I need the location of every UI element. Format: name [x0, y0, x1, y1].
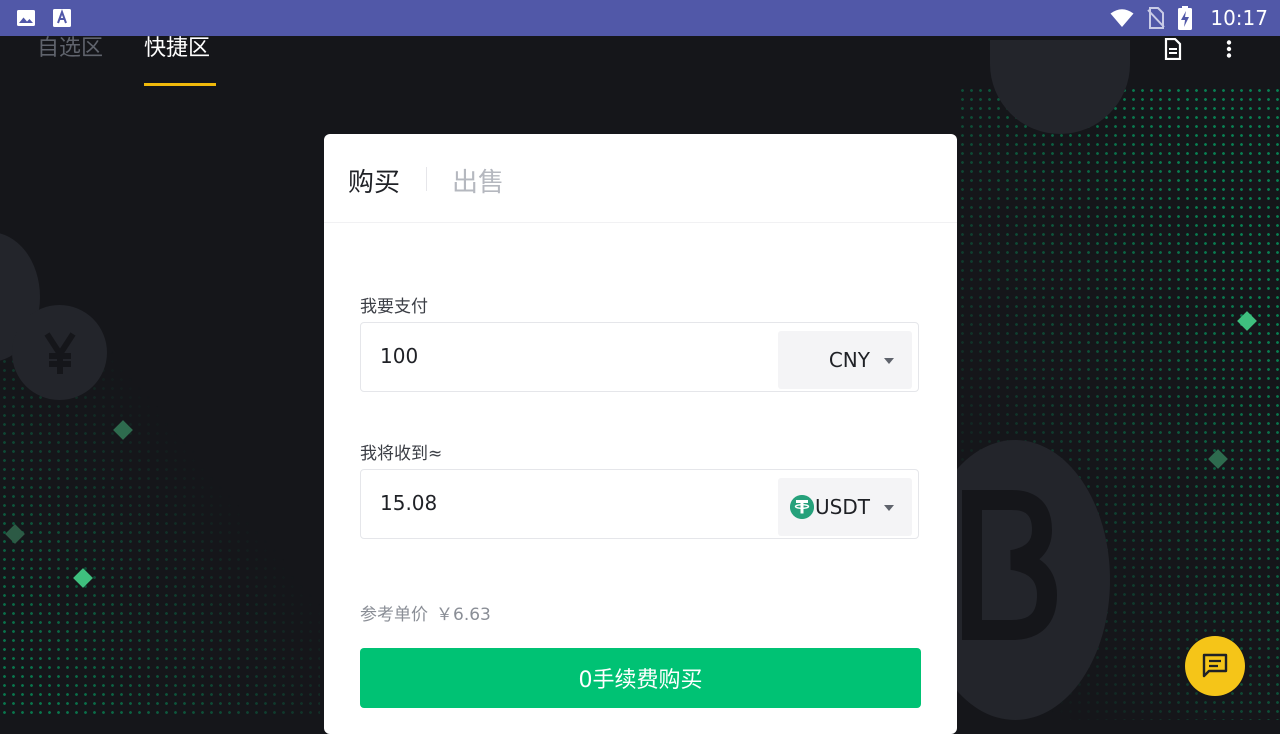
pay-amount-value[interactable]: 100 [380, 344, 418, 368]
reference-price-label: 参考单价 [360, 605, 428, 625]
receive-amount-value[interactable]: 15.08 [380, 491, 437, 515]
dropdown-arrow-icon [884, 505, 894, 511]
buy-button[interactable]: 0手续费购买 [360, 648, 921, 708]
yen-coin-decoration [12, 305, 107, 400]
chat-icon [1202, 653, 1228, 678]
wifi-icon [1110, 9, 1134, 27]
chat-button[interactable] [1185, 636, 1245, 696]
yen-icon [43, 331, 76, 374]
reference-price: 参考单价 ￥6.63 [360, 600, 491, 625]
receive-label: 我将收到≈ [360, 444, 443, 464]
pay-label: 我要支付 [360, 297, 428, 317]
tab-sell[interactable]: 出售 [452, 162, 504, 199]
pay-amount-field[interactable]: 100 CNY [360, 322, 919, 392]
dropdown-arrow-icon [884, 358, 894, 364]
no-sim-icon [1147, 7, 1166, 29]
tab-buy[interactable]: 购买 [348, 162, 400, 199]
bitcoin-icon [962, 490, 1058, 640]
image-icon [17, 10, 35, 26]
text-a-icon [53, 9, 71, 27]
buy-sell-tabs: 购买 出售 [324, 134, 957, 223]
tab-divider [426, 167, 427, 191]
trade-card: 购买 出售 我要支付 100 CNY 我将收到≈ 15.08 USDT 参考单价… [324, 134, 957, 734]
battery-charging-icon [1178, 6, 1193, 30]
tether-icon [790, 495, 814, 519]
active-tab-indicator [144, 83, 216, 86]
pay-currency-select[interactable]: CNY [778, 331, 912, 389]
document-icon[interactable] [1164, 38, 1182, 60]
tab-favorites[interactable]: 自选区 [37, 30, 103, 62]
tab-quick[interactable]: 快捷区 [144, 30, 210, 62]
receive-currency-label: USDT [815, 495, 870, 519]
more-vert-icon[interactable] [1226, 40, 1232, 58]
clock: 10:17 [1210, 6, 1268, 30]
receive-amount-field[interactable]: 15.08 USDT [360, 469, 919, 539]
reference-price-value: ￥6.63 [436, 605, 491, 625]
pay-currency-label: CNY [828, 348, 870, 372]
receive-currency-select[interactable]: USDT [778, 478, 912, 536]
